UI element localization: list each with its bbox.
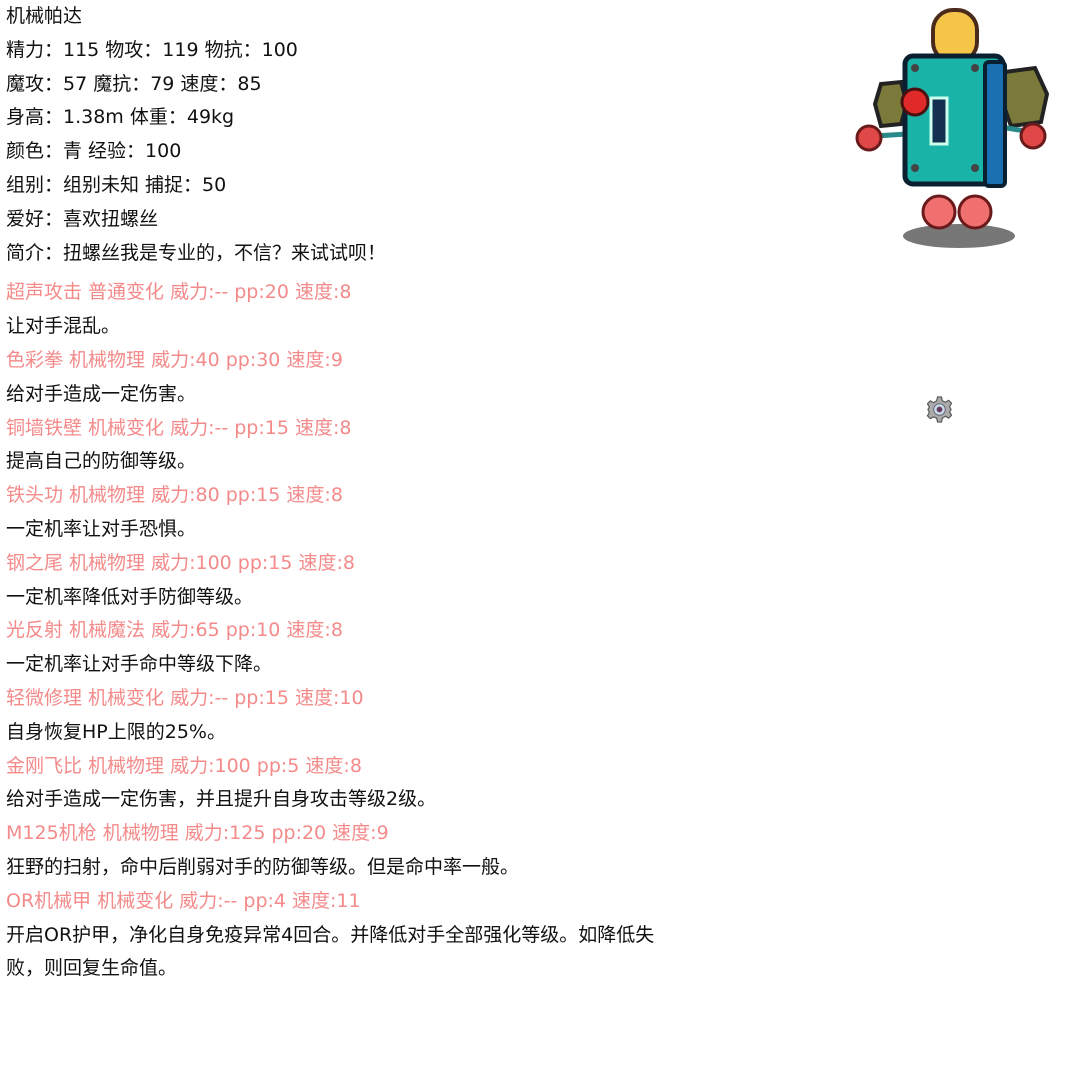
skill-header: 铁头功 机械物理 威力:80 pp:15 速度:8 [6, 484, 343, 507]
skill-description: 给对手造成一定伤害。 [6, 382, 197, 405]
skill-description: 自身恢复HP上限的25%。 [6, 720, 226, 743]
robot-pet-image [855, 8, 1050, 248]
skill-header: 铜墙铁壁 机械变化 威力:-- pp:15 速度:8 [6, 416, 352, 439]
skill-header: 光反射 机械魔法 威力:65 pp:10 速度:8 [6, 619, 343, 642]
skill-header: OR机械甲 机械变化 威力:-- pp:4 速度:11 [6, 889, 361, 912]
skill-list: 超声攻击 普通变化 威力:-- pp:20 速度:8 让对手混乱。色彩拳 机械物理… [6, 276, 671, 986]
skill-header: 轻微修理 机械变化 威力:-- pp:15 速度:10 [6, 686, 364, 709]
skill-description: 让对手混乱。 [6, 315, 121, 338]
skill-description: 开启OR护甲，净化自身免疫异常4回合。并降低对手全部强化等级。如降低失败，则回复… [6, 923, 655, 980]
pet-name: 机械帕达 [6, 5, 83, 27]
group-catch-line: 组别：组别未知 捕捉：50 [6, 173, 227, 196]
skill-header: 钢之尾 机械物理 威力:100 pp:15 速度:8 [6, 551, 356, 574]
skill-description: 狂野的扫射，命中后削弱对手的防御等级。但是命中率一般。 [6, 855, 520, 878]
skill-description: 给对手造成一定伤害，并且提升自身攻击等级2级。 [6, 788, 437, 811]
skill-header: 超声攻击 普通变化 威力:-- pp:20 速度:8 [6, 281, 352, 304]
skill-header: M125机枪 机械物理 威力:125 pp:20 速度:9 [6, 822, 389, 845]
skill-description: 提高自己的防御等级。 [6, 450, 197, 473]
skill-header: 金刚飞比 机械物理 威力:100 pp:5 速度:8 [6, 754, 362, 777]
skill-description: 一定机率降低对手防御等级。 [6, 585, 254, 608]
skill-description: 一定机率让对手命中等级下降。 [6, 653, 273, 676]
stats-line-1: 精力：115 物攻：119 物抗：100 [6, 38, 298, 61]
stats-line-2: 魔攻：57 魔抗：79 速度：85 [6, 72, 262, 95]
hobby-line: 爱好：喜欢扭螺丝 [6, 207, 159, 230]
color-exp-line: 颜色：青 经验：100 [6, 140, 182, 163]
skill-description: 一定机率让对手恐惧。 [6, 517, 197, 540]
gear-icon[interactable] [926, 396, 953, 423]
pet-info: 机械帕达 精力：115 物攻：119 物抗：100 魔攻：57 魔抗：79 速度… [6, 0, 671, 986]
intro-line: 简介：扭螺丝我是专业的，不信？来试试呗！ [6, 241, 387, 264]
size-line: 身高：1.38m 体重：49kg [6, 106, 235, 129]
skill-header: 色彩拳 机械物理 威力:40 pp:30 速度:9 [6, 348, 343, 371]
